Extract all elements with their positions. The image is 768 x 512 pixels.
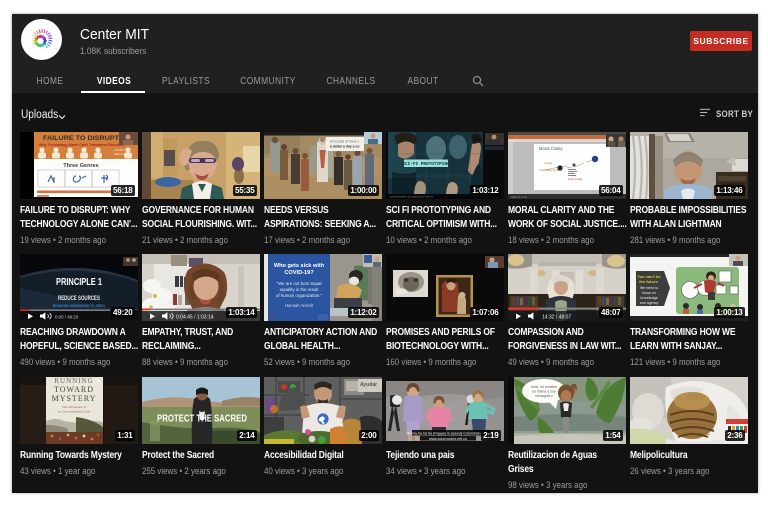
svg-text:SCI-FI PROTOTYPING: SCI-FI PROTOTYPING [402, 162, 450, 167]
svg-text:0:04:45 / 1:03:14: 0:04:45 / 1:03:14 [176, 315, 214, 321]
svg-text:RUNNING: RUNNING [54, 377, 93, 385]
svg-text:final morality: final morality [568, 177, 583, 181]
svg-text:REICH: REICH [114, 152, 123, 156]
svg-text:a panel session on imagination: a panel session on imagination futures [389, 195, 434, 199]
svg-text:equality is the result: equality is the result [280, 287, 320, 292]
svg-text:an Unconventional Life: an Unconventional Life [58, 410, 91, 414]
svg-text:a dollar a day a co: a dollar a day a co [330, 145, 359, 149]
svg-text:Who gets sick with: Who gets sick with [274, 263, 325, 269]
svg-text:0:00 / 49:20: 0:00 / 49:20 [55, 314, 79, 319]
svg-text:FAILURE TO DISRUPT: FAILURE TO DISRUPT [43, 135, 119, 142]
svg-text:Ayudar: Ayudar [360, 382, 377, 388]
svg-text:www.colornoutez.net.co: www.colornoutez.net.co [429, 437, 467, 441]
svg-text:COVID-19?: COVID-19? [284, 270, 314, 276]
svg-text:knowledge: knowledge [640, 296, 657, 300]
svg-text:TOWARD: TOWARD [54, 385, 94, 394]
svg-text:Why Technology Alone Can't Tra: Why Technology Alone Can't Transform Edu… [39, 143, 125, 147]
svg-text:es Diana y soy: es Diana y soy [532, 390, 556, 394]
svg-text:We need to: We need to [640, 286, 658, 290]
svg-text:slide 14 of 40: slide 14 of 40 [511, 195, 527, 199]
svg-text:U: U [271, 315, 275, 320]
svg-text:Hannah Arendt: Hannah Arendt [285, 303, 314, 308]
svg-text:the future.: the future. [639, 279, 659, 284]
svg-text:BRINGING EMISSIONS TO ZERO: BRINGING EMISSIONS TO ZERO [53, 303, 105, 308]
svg-text:fumaquero: fumaquero [535, 394, 552, 398]
svg-text:of human organization.": of human organization." [276, 293, 323, 298]
svg-text:is income of more t: is income of more t [330, 140, 359, 144]
svg-text:14:32 / 48:07: 14:32 / 48:07 [542, 315, 571, 321]
svg-text:focus on: focus on [642, 291, 656, 295]
svg-text:"We are not born equal: "We are not born equal [277, 281, 322, 286]
svg-text:PROTECT THE SACRED: PROTECT THE SACRED [157, 413, 247, 425]
svg-text:no goal: no goal [544, 162, 552, 165]
svg-text:The Adventure of: The Adventure of [62, 405, 87, 409]
svg-text:REDUCE SOURCES: REDUCE SOURCES [58, 296, 100, 302]
svg-text:Three Genres: Three Genres [63, 163, 98, 169]
svg-text:MYSTERY: MYSTERY [52, 394, 97, 403]
svg-text:PRINCIPLE 1: PRINCIPLE 1 [56, 276, 102, 288]
svg-text:Moral Clarity: Moral Clarity [539, 146, 563, 151]
svg-text:hola, mi nombre: hola, mi nombre [531, 385, 557, 389]
svg-text:and agency: and agency [640, 301, 659, 305]
svg-text:moral clarity compass: moral clarity compass [539, 169, 563, 172]
